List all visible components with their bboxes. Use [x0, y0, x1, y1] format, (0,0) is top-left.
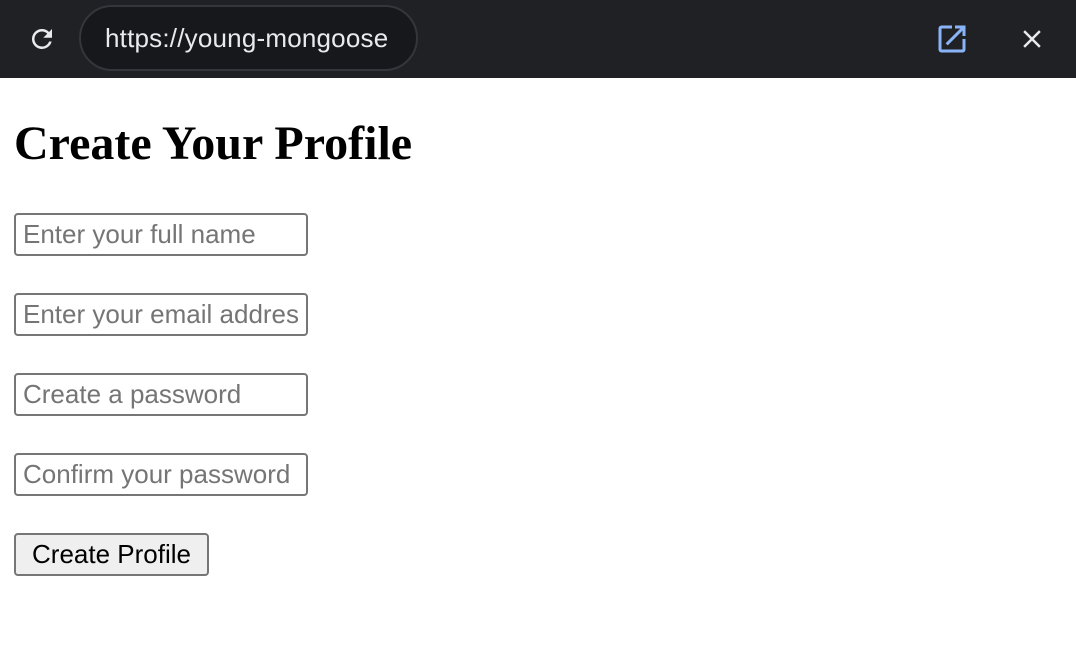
- create-profile-button[interactable]: Create Profile: [14, 533, 209, 576]
- full-name-field[interactable]: [14, 213, 308, 256]
- email-field[interactable]: [14, 293, 308, 336]
- reload-button[interactable]: [24, 21, 60, 57]
- close-button[interactable]: [1012, 19, 1052, 59]
- password-field[interactable]: [14, 373, 308, 416]
- page-content: Create Your Profile Create Profile: [0, 78, 1076, 662]
- close-icon: [1023, 30, 1041, 48]
- address-bar[interactable]: https://young-mongoose: [79, 5, 418, 71]
- open-in-new-tab-button[interactable]: [932, 19, 972, 59]
- page-title: Create Your Profile: [14, 117, 413, 170]
- reload-icon: [31, 28, 52, 49]
- confirm-password-field[interactable]: [14, 453, 308, 496]
- address-bar-url: https://young-mongoose: [105, 22, 389, 53]
- open-external-icon: [938, 25, 966, 53]
- browser-toolbar: https://young-mongoose: [0, 0, 1076, 78]
